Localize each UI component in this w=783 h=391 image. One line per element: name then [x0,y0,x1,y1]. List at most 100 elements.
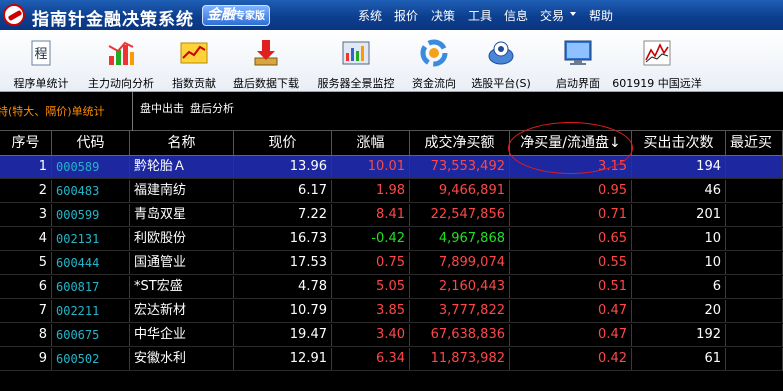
side-panel-title[interactable]: 特(特大、隔价)单统计 [0,103,105,119]
column-header-recent[interactable]: 最近买 [726,131,783,155]
toolbar-button-server-monitor[interactable]: 服务器全景监控 [311,34,401,90]
chevron-down-icon[interactable] [570,12,576,16]
column-header-price[interactable]: 现价 [234,131,332,155]
document-icon: 程 [31,40,51,66]
net-ratio: 0.47 [510,300,632,322]
table-row[interactable]: 4 002131 利欧股份 16.73 -0.42 4,967,868 0.65 10 [0,228,783,251]
recent-buy [726,228,783,250]
table-row[interactable]: 6 600817 *ST宏盛 4.78 5.05 2,160,443 0.51 6 [0,276,783,299]
analysis-tabs: 盘中出击 盘后分析 [140,100,240,116]
recent-buy [726,180,783,202]
net-buy-amount: 9,466,891 [410,180,510,202]
buy-count: 10 [632,228,726,250]
toolbar-button-start-screen[interactable]: 启动界面 [549,34,607,90]
row-number: 2 [0,180,52,202]
net-ratio: 0.65 [510,228,632,250]
toolbar-button-index-contribution[interactable]: 指数贡献 [166,34,222,90]
menu-tools[interactable]: 工具 [468,7,492,24]
toolbar-button-stock-quick[interactable]: 601919 中国远洋 [610,34,704,90]
stock-code: 600444 [52,252,130,274]
column-header-no[interactable]: 序号 [0,131,52,155]
change-percent: 3.85 [332,300,410,322]
menu-decision[interactable]: 决策 [431,7,455,24]
stock-name: 青岛双星 [130,204,234,226]
column-header-change[interactable]: 涨幅 [332,131,410,155]
stock-code: 600817 [52,276,130,298]
toolbar-button-stock-picker[interactable]: 选股平台(S) [466,34,536,90]
row-number: 1 [0,156,52,178]
table-row[interactable]: 3 000599 青岛双星 7.22 8.41 22,547,856 0.71 201 [0,204,783,227]
change-percent: 3.40 [332,324,410,346]
recent-buy [726,252,783,274]
column-header-code[interactable]: 代码 [52,131,130,155]
toolbar-label: 服务器全景监控 [317,77,395,90]
current-price: 7.22 [234,204,332,226]
toolbar-label: 程序单统计 [13,77,69,90]
net-ratio: 0.51 [510,276,632,298]
row-number: 4 [0,228,52,250]
table-row[interactable]: 5 600444 国通管业 17.53 0.75 7,899,074 0.55 10 [0,252,783,275]
net-ratio: 0.95 [510,180,632,202]
net-buy-amount: 11,873,982 [410,348,510,370]
toolbar-label: 主力动向分析 [88,77,154,90]
table-row[interactable]: 1 000589 黔轮胎Ａ 13.96 10.01 73,553,492 3.15 194 [0,156,783,179]
current-price: 16.73 [234,228,332,250]
toolbar-button-main-flow[interactable]: 主力动向分析 [84,34,158,90]
stock-table: 序号 代码 名称 现价 涨幅 成交净买额 净买量/流通盘↓ 买出击次数 最近买 … [0,131,783,391]
net-buy-amount: 22,547,856 [410,204,510,226]
net-buy-amount: 2,160,443 [410,276,510,298]
toolbar-label: 启动界面 [556,77,600,90]
recent-buy [726,324,783,346]
net-ratio: 3.15 [510,156,632,178]
stock-code: 600483 [52,180,130,202]
column-header-net-amount[interactable]: 成交净买额 [410,131,510,155]
toolbar-button-download[interactable]: 盘后数据下载 [228,34,304,90]
table-row[interactable]: 2 600483 福建南纺 6.17 1.98 9,466,891 0.95 46 [0,180,783,203]
line-chart-icon [643,40,671,66]
recycle-icon [420,39,448,67]
current-price: 10.79 [234,300,332,322]
index-chart-icon [180,42,208,64]
brand-badge: 金融专家版 [202,5,270,26]
side-panel-header: 特(特大、隔价)单统计 [0,92,133,131]
server-monitor-icon [342,41,370,65]
table-row[interactable]: 9 600502 安徽水利 12.91 6.34 11,873,982 0.42 61 [0,348,783,371]
change-percent: 0.75 [332,252,410,274]
menu-help[interactable]: 帮助 [589,7,613,24]
net-ratio: 0.55 [510,252,632,274]
stock-name: 黔轮胎Ａ [130,156,234,178]
table-row[interactable]: 8 600675 中华企业 19.47 3.40 67,638,836 0.47 192 [0,324,783,347]
column-header-buy-count[interactable]: 买出击次数 [632,131,726,155]
stock-name: *ST宏盛 [130,276,234,298]
menu-system[interactable]: 系统 [358,7,382,24]
net-buy-amount: 67,638,836 [410,324,510,346]
toolbar: 程 程序单统计 主力动向分析 指数贡献 盘后数据下载 服务器全景监控 资金流向 … [0,30,783,92]
stock-name: 中华企业 [130,324,234,346]
net-buy-amount: 7,899,074 [410,252,510,274]
net-buy-amount: 3,777,822 [410,300,510,322]
column-header-net-ratio[interactable]: 净买量/流通盘↓ [510,131,632,155]
row-number: 7 [0,300,52,322]
table-header: 序号 代码 名称 现价 涨幅 成交净买额 净买量/流通盘↓ 买出击次数 最近买 [0,131,783,156]
tab-after-close[interactable]: 盘后分析 [190,102,234,115]
column-header-name[interactable]: 名称 [130,131,234,155]
toolbar-button-capital-flow[interactable]: 资金流向 [406,34,462,90]
buy-count: 6 [632,276,726,298]
sub-tab-bar: 特(特大、隔价)单统计 盘中出击 盘后分析 [0,92,783,131]
bar-chart-icon [108,41,134,65]
change-percent: -0.42 [332,228,410,250]
tab-intraday[interactable]: 盘中出击 [140,102,184,115]
net-buy-amount: 4,967,868 [410,228,510,250]
row-number: 5 [0,252,52,274]
stock-picker-icon [488,41,514,65]
table-row[interactable]: 7 002211 宏达新材 10.79 3.85 3,777,822 0.47 20 [0,300,783,323]
change-percent: 10.01 [332,156,410,178]
monitor-icon [564,40,592,65]
menu-trade[interactable]: 交易 [540,7,564,24]
net-ratio: 0.47 [510,324,632,346]
menu-info[interactable]: 信息 [504,7,528,24]
recent-buy [726,156,783,178]
toolbar-button-program-stats[interactable]: 程 程序单统计 [8,34,74,90]
menu-quote[interactable]: 报价 [394,7,418,24]
stock-name: 国通管业 [130,252,234,274]
